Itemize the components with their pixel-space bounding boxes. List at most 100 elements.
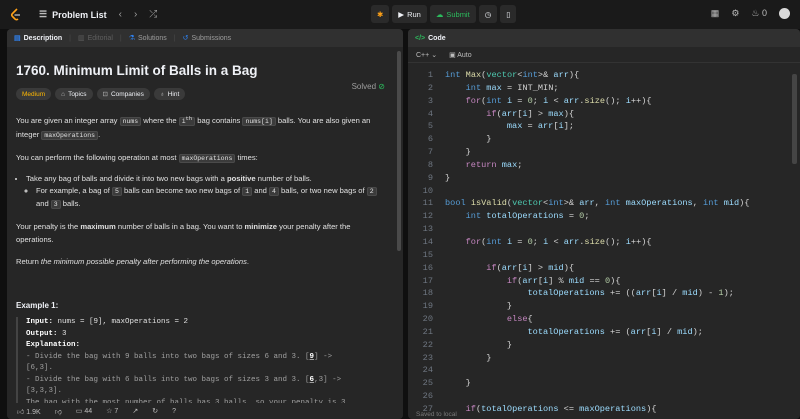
tab-description[interactable]: ▤ Description bbox=[7, 29, 69, 47]
shuffle-icon[interactable]: ⤮ bbox=[149, 9, 157, 20]
coins-count: 0 bbox=[761, 8, 767, 18]
check-circle-icon: ⊘ bbox=[378, 82, 385, 91]
right-tools: ▦ ⚙ ♨ 0 bbox=[711, 8, 790, 19]
problem-statement-2: You can perform the following operation … bbox=[16, 153, 258, 164]
list-icon: ☰ bbox=[39, 9, 48, 19]
run-label: Run bbox=[407, 9, 421, 19]
problem-tags: Medium ⌂ Topics ⊡ Companies ♁ Hint bbox=[16, 88, 388, 100]
lock-icon: ▣ bbox=[449, 51, 456, 59]
help-icon: ? bbox=[172, 407, 176, 415]
feedback-button[interactable]: ↻ bbox=[152, 407, 158, 415]
code-icon: </> bbox=[415, 34, 426, 42]
editor-scrollbar[interactable] bbox=[792, 74, 797, 164]
tab-editorial-label: Editorial bbox=[87, 34, 113, 42]
operation-list: Take any bag of balls and divide it into… bbox=[26, 173, 388, 211]
comments-button[interactable]: ▭ 44 bbox=[76, 407, 92, 415]
tab-submissions[interactable]: ↺ Submissions bbox=[176, 29, 239, 47]
play-icon: ▶ bbox=[398, 9, 405, 19]
next-problem-icon[interactable]: › bbox=[134, 9, 137, 20]
note-icon: ▯ bbox=[506, 9, 511, 19]
language-select[interactable]: C++ ⌄ bbox=[416, 51, 437, 59]
example-box: Input: nums = [9], maxOperations = 2 Out… bbox=[16, 317, 388, 403]
submit-label: Submit bbox=[446, 9, 470, 19]
problem-statement-3: Your penalty is the maximum number of ba… bbox=[16, 222, 351, 245]
code-toolbar: C++ ⌄ ▣ Auto bbox=[408, 47, 800, 63]
problem-statement-4: Return the minimum possible penalty afte… bbox=[16, 257, 250, 267]
description-panel: ▤ Description | ▥ Editorial | ⚗ Solution… bbox=[7, 29, 403, 419]
saved-status: Saved to local bbox=[416, 411, 457, 418]
topics-chip[interactable]: ⌂ Topics bbox=[55, 88, 93, 100]
tab-code[interactable]: </> Code bbox=[408, 29, 453, 47]
code-editor[interactable]: 1 int Max(vector<int>& arr){ 2 int max = … bbox=[408, 69, 800, 414]
stars-count: 7 bbox=[114, 408, 119, 415]
mode-button[interactable]: ▣ Auto bbox=[449, 51, 472, 59]
tab-description-label: Description bbox=[23, 34, 63, 42]
description-footer: 👍︎ 1.9K 👎︎ ▭ 44 ☆ 7 ↗ ↻ ? bbox=[7, 403, 403, 419]
favorite-button[interactable]: ☆ 7 bbox=[106, 407, 118, 415]
mode-label: Auto bbox=[457, 51, 472, 59]
submit-button[interactable]: ☁ Submit bbox=[429, 5, 476, 23]
code-tabs: </> Code bbox=[408, 29, 800, 47]
likes-count: 1.9K bbox=[26, 408, 41, 416]
solved-label: Solved bbox=[351, 82, 377, 91]
example-title: Example 1: bbox=[16, 301, 59, 311]
flask-icon: ⚗ bbox=[128, 35, 135, 42]
share-button[interactable]: ↗ bbox=[132, 407, 138, 415]
like-button[interactable]: 👍︎ 1.9K bbox=[17, 407, 41, 416]
top-bar: ☰ Problem List ‹ › ⤮ ✱ ▶ Run ☁ Submit ◷ … bbox=[0, 0, 800, 29]
history-icon: ↺ bbox=[182, 35, 189, 42]
notes-button[interactable]: ▯ bbox=[500, 5, 517, 23]
topics-label: Topics bbox=[68, 90, 87, 98]
tab-solutions[interactable]: ⚗ Solutions bbox=[122, 29, 174, 47]
run-button[interactable]: ▶ Run bbox=[392, 5, 427, 23]
page-title[interactable]: 1760. Minimum Limit of Balls in a Bag bbox=[16, 63, 388, 78]
tab-code-label: Code bbox=[428, 34, 446, 42]
hint-label: Hint bbox=[167, 90, 180, 98]
layout-icon[interactable]: ▦ bbox=[711, 8, 720, 19]
debug-button[interactable]: ✱ bbox=[371, 5, 390, 23]
description-scrollbar[interactable] bbox=[397, 51, 401, 251]
timer-icon: ◷ bbox=[484, 9, 492, 19]
problem-list-button[interactable]: ☰ Problem List bbox=[39, 9, 107, 20]
solved-status: Solved ⊘ bbox=[352, 82, 385, 91]
comment-icon: ▭ bbox=[75, 408, 83, 415]
hint-chip[interactable]: ♁ Hint bbox=[153, 88, 186, 100]
tab-solutions-label: Solutions bbox=[138, 34, 167, 42]
code-panel: </> Code C++ ⌄ ▣ Auto 1 int Max(vector<in… bbox=[408, 29, 800, 419]
run-toolbar: ✱ ▶ Run ☁ Submit ◷ ▯ bbox=[371, 5, 519, 23]
thumbs-up-icon: 👍︎ bbox=[17, 408, 25, 416]
language-label: C++ bbox=[416, 51, 430, 59]
cloud-upload-icon: ☁ bbox=[435, 9, 444, 19]
streak-button[interactable]: ♨ 0 bbox=[751, 8, 767, 19]
chevron-down-icon: ⌄ bbox=[431, 51, 438, 59]
difficulty-label: Medium bbox=[22, 90, 46, 98]
list-item: For example, a bag of 5 balls can become… bbox=[36, 185, 388, 211]
problem-statement-1: You are given an integer array nums wher… bbox=[16, 115, 371, 141]
refresh-icon: ↻ bbox=[152, 408, 159, 415]
bug-icon: ✱ bbox=[377, 9, 384, 19]
difficulty-badge[interactable]: Medium bbox=[16, 88, 52, 100]
list-item: Take any bag of balls and divide it into… bbox=[26, 173, 388, 211]
tag-icon: ⌂ bbox=[61, 90, 66, 98]
companies-label: Companies bbox=[110, 90, 144, 98]
fire-icon: ♨ bbox=[751, 8, 760, 18]
comments-count: 44 bbox=[84, 408, 93, 415]
timer-button[interactable]: ◷ bbox=[478, 5, 498, 23]
settings-icon[interactable]: ⚙ bbox=[731, 8, 739, 19]
share-icon: ↗ bbox=[132, 408, 139, 415]
lightbulb-icon: ♁ bbox=[159, 90, 165, 98]
tab-editorial[interactable]: ▥ Editorial bbox=[71, 29, 120, 47]
dislike-button[interactable]: 👎︎ bbox=[55, 407, 62, 416]
companies-chip[interactable]: ⊡ Companies bbox=[96, 88, 150, 100]
avatar[interactable] bbox=[779, 8, 790, 19]
prev-problem-icon[interactable]: ‹ bbox=[119, 9, 122, 20]
lock-icon: ⊡ bbox=[102, 91, 108, 98]
problem-list-label: Problem List bbox=[52, 9, 107, 20]
star-icon: ☆ bbox=[106, 408, 113, 415]
leetcode-logo[interactable] bbox=[9, 8, 23, 22]
document-icon: ▤ bbox=[14, 35, 21, 42]
book-icon: ▥ bbox=[77, 35, 85, 42]
tab-submissions-label: Submissions bbox=[191, 34, 232, 42]
help-button[interactable]: ? bbox=[172, 408, 176, 415]
problem-description: 1760. Minimum Limit of Balls in a Bag So… bbox=[7, 47, 397, 403]
